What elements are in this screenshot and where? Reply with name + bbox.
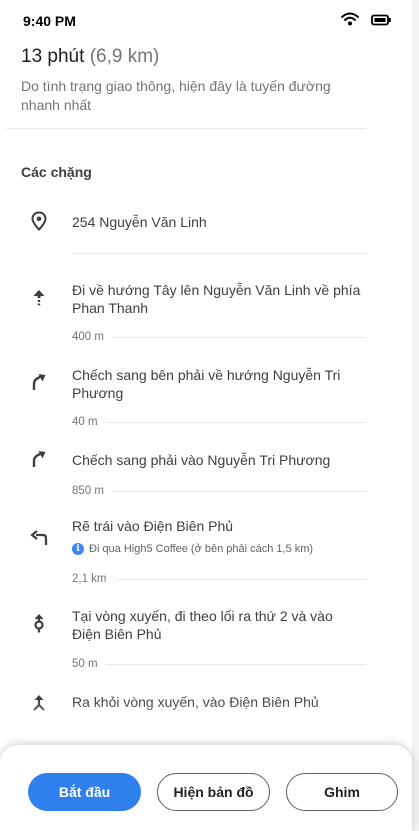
- show-map-button[interactable]: Hiện bản đồ: [157, 773, 270, 811]
- right-edge: [412, 0, 419, 831]
- summary-divider: [6, 128, 366, 129]
- step-3-text[interactable]: Chếch sang phải vào Nguyễn Tri Phương: [72, 451, 362, 469]
- step-5-text[interactable]: Tại vòng xuyến, đi theo lối ra thứ 2 và …: [72, 607, 362, 643]
- start-divider: [72, 253, 366, 254]
- step-4-distance-row: 2,1 km: [72, 573, 366, 585]
- steps-section-title: Các chặng: [21, 164, 92, 180]
- status-time: 9:40 PM: [23, 13, 76, 29]
- step-4-divider: [114, 578, 366, 580]
- step-1-text[interactable]: Đi về hướng Tây lên Nguyễn Văn Linh về p…: [72, 281, 362, 317]
- step-3-distance-row: 850 m: [72, 485, 366, 497]
- step-2-distance: 40 m: [72, 416, 98, 428]
- wifi-icon: [341, 12, 359, 31]
- route-note: Do tình trạng giao thông, hiện đây là tu…: [21, 78, 331, 113]
- route-summary: 13 phút (6,9 km) Do tình trạng giao thôn…: [21, 46, 366, 115]
- step-5-distance: 50 m: [72, 658, 98, 670]
- step-1-distance: 400 m: [72, 331, 104, 343]
- route-distance: (6,9 km): [89, 46, 160, 67]
- step-4-text[interactable]: Rẽ trái vào Điện Biên Phủ: [72, 517, 362, 535]
- roundabout-icon: [26, 610, 52, 636]
- step-1-distance-row: 400 m: [72, 331, 366, 343]
- start-address[interactable]: 254 Nguyễn Văn Linh: [72, 213, 362, 231]
- battery-icon: [371, 13, 391, 31]
- route-duration-line: 13 phút (6,9 km): [21, 46, 366, 68]
- step-2-distance-row: 40 m: [72, 416, 366, 428]
- step-4-note: Đi qua High5 Coffee (ở bên phải cách 1,5…: [89, 543, 314, 555]
- step-5-distance-row: 50 m: [72, 658, 366, 670]
- step-3-divider: [111, 490, 366, 492]
- turn-left-icon: [26, 524, 52, 550]
- step-2-divider: [105, 421, 366, 423]
- status-icons: [341, 12, 391, 31]
- step-1-divider: [111, 336, 366, 338]
- step-4-distance: 2,1 km: [72, 573, 107, 585]
- info-icon: i: [72, 543, 84, 555]
- pin-button[interactable]: Ghim: [286, 773, 398, 811]
- step-4-note-row: i Đi qua High5 Coffee (ở bên phải cách 1…: [72, 543, 313, 555]
- list-fade: [0, 700, 412, 745]
- slight-right-icon: [26, 446, 52, 472]
- location-pin-icon: [26, 208, 52, 234]
- straight-arrow-icon: [26, 284, 52, 310]
- step-5-divider: [105, 663, 366, 665]
- step-2-text[interactable]: Chếch sang bên phải về hướng Nguyễn Tri …: [72, 366, 362, 402]
- slight-right-icon: [26, 369, 52, 395]
- status-bar: 9:40 PM: [0, 0, 419, 40]
- start-button[interactable]: Bắt đầu: [28, 773, 141, 811]
- step-3-distance: 850 m: [72, 485, 104, 497]
- route-duration: 13 phút: [21, 46, 85, 67]
